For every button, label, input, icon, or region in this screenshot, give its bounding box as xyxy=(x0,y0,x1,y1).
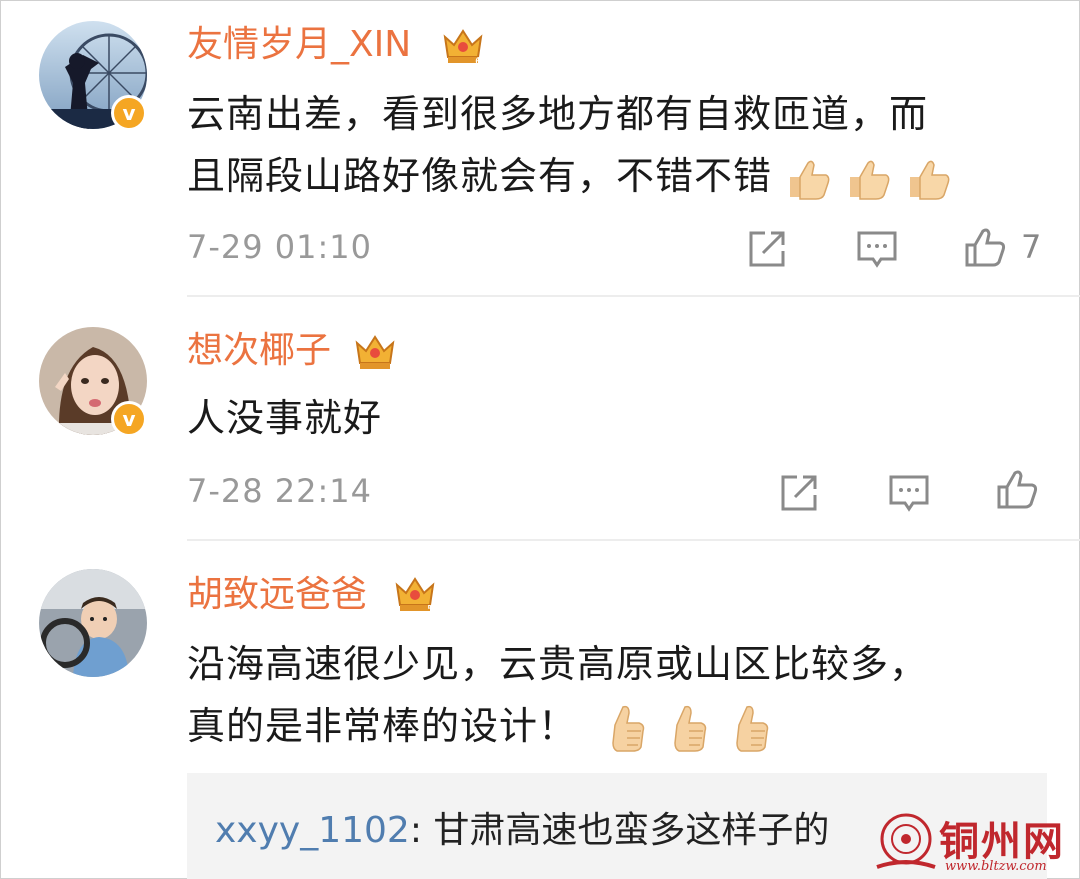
thumbs-up-emoji-icon xyxy=(790,160,830,200)
reply-item: xxyy_1102: 甘肃高速也蛮多这样子的 xyxy=(215,801,829,853)
verified-badge-icon: v xyxy=(111,401,147,437)
username[interactable]: 胡致远爸爸 xyxy=(187,573,367,617)
comment-text: 云南出差，看到很多地方都有自救匝道，而 且隔段山路好像就会有，不错不错 xyxy=(187,83,1047,207)
watermark-url: www.bltzw.com xyxy=(945,859,1047,874)
seal-icon xyxy=(876,813,936,869)
thumbs-up-emoji-icon xyxy=(674,705,707,752)
vip-crown-icon xyxy=(355,335,395,369)
watermark-logo: 铜州网 www.bltzw.com xyxy=(873,809,1073,877)
username[interactable]: 友情岁月_XIN xyxy=(187,23,411,67)
comment-line: 沿海高速很少见，云贵高原或山区比较多， xyxy=(187,642,929,686)
vip-crown-icon: 5 xyxy=(395,577,435,615)
comment-line-text: 且隔段山路好像就会有，不错不错 xyxy=(187,154,773,198)
comment-icon[interactable] xyxy=(855,227,899,271)
thumbs-up-emoji-icon xyxy=(850,160,890,200)
comment-text: 人没事就好 xyxy=(187,387,1047,449)
share-icon[interactable] xyxy=(777,471,821,515)
divider xyxy=(187,539,1080,541)
vip-crown-icon: 6 xyxy=(443,29,483,67)
comment-line-text: 真的是非常棒的设计！ xyxy=(187,704,578,748)
like-icon[interactable] xyxy=(963,225,1007,269)
svg-text:5: 5 xyxy=(427,603,434,615)
thumbs-up-emoji-icon xyxy=(736,705,769,752)
thumbs-up-emoji-icon xyxy=(612,705,645,752)
share-icon[interactable] xyxy=(745,227,789,271)
divider xyxy=(187,295,1080,297)
reply-separator: : xyxy=(409,810,434,851)
comment-line: 且隔段山路好像就会有，不错不错 xyxy=(187,145,1047,207)
comment-time: 7-29 01:10 xyxy=(187,228,373,266)
comment-icon[interactable] xyxy=(887,471,931,515)
like-icon[interactable] xyxy=(995,467,1039,511)
reply-username[interactable]: xxyy_1102 xyxy=(215,810,410,851)
comment-line: 人没事就好 xyxy=(187,396,383,440)
avatar[interactable] xyxy=(39,569,147,677)
comment-text: 沿海高速很少见，云贵高原或山区比较多， 真的是非常棒的设计！ xyxy=(187,633,1047,757)
comment-list: v 友情岁月_XIN 6 云南出差，看到很多地方都有自救匝道，而 且隔段山路好像… xyxy=(0,0,1080,879)
comment-time: 7-28 22:14 xyxy=(187,472,373,510)
thumbs-up-emoji-icon xyxy=(910,160,950,200)
like-count: 7 xyxy=(1021,228,1042,266)
reply-text: 甘肃高速也蛮多这样子的 xyxy=(433,810,830,851)
comment-line: 云南出差，看到很多地方都有自救匝道，而 xyxy=(187,92,929,136)
svg-text:6: 6 xyxy=(475,55,482,67)
username[interactable]: 想次椰子 xyxy=(187,329,331,373)
comment-line: 真的是非常棒的设计！ xyxy=(187,695,1047,757)
verified-badge-icon: v xyxy=(111,95,147,131)
